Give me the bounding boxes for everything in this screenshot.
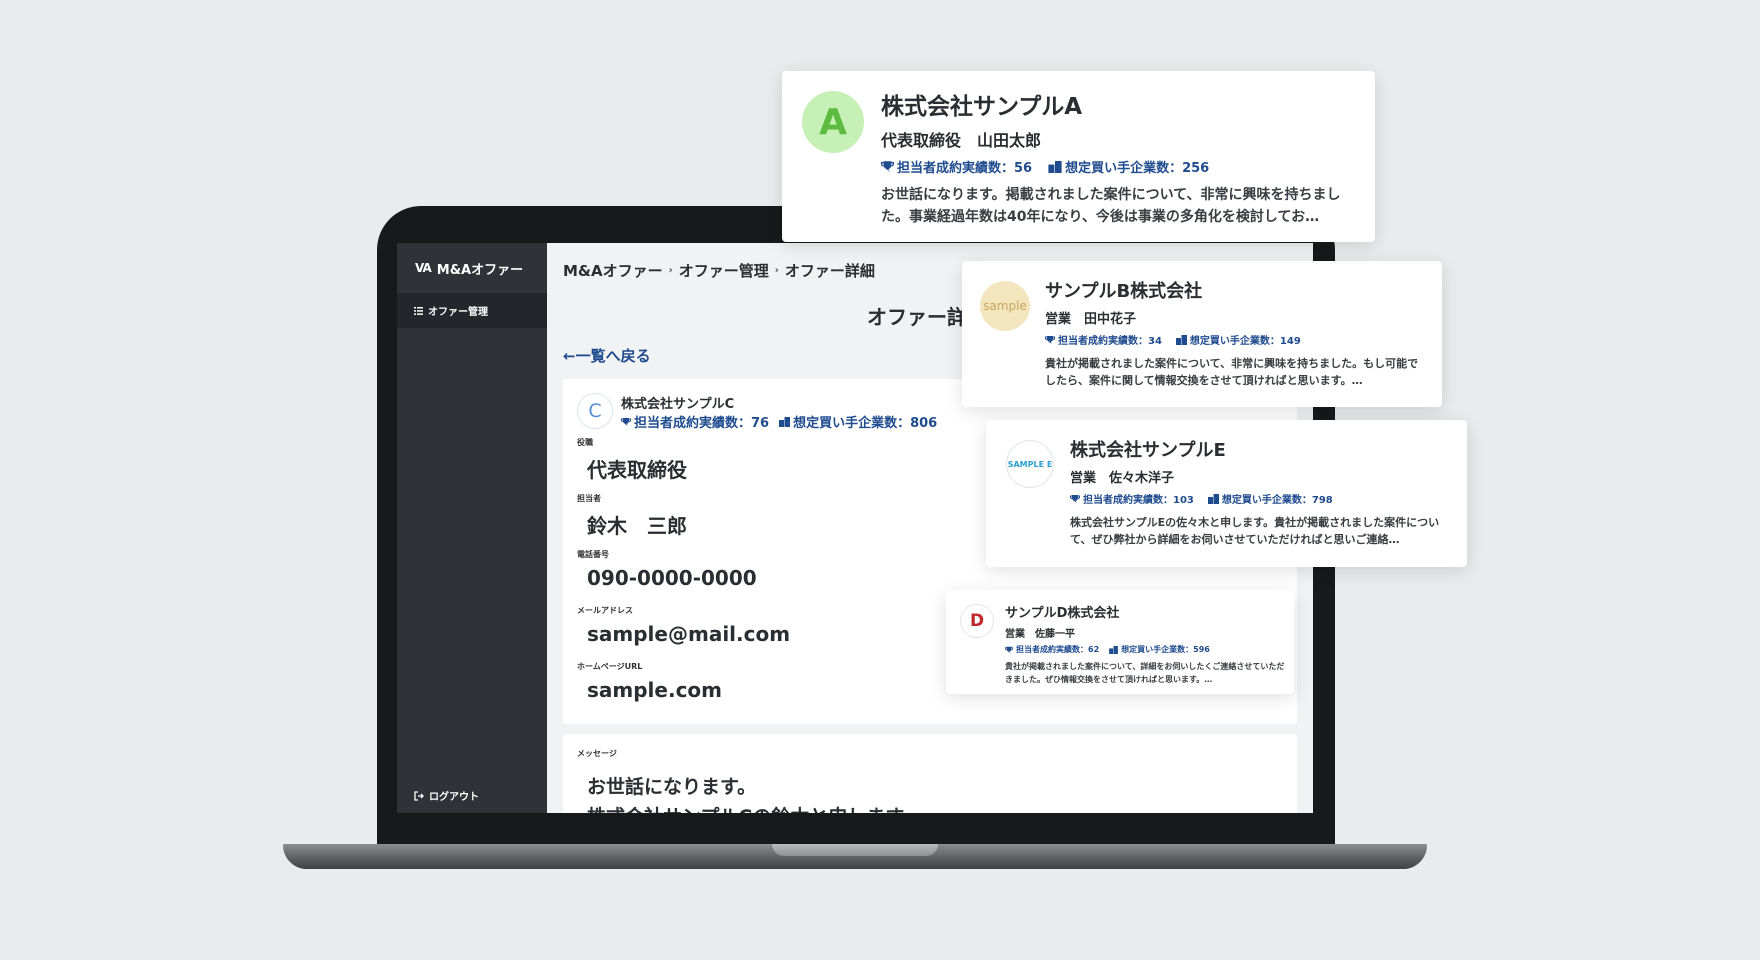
offer-card[interactable]: A 株式会社サンプルA 代表取締役 山田太郎 担当者成約実績数：56 想定買い手… [782, 71, 1375, 242]
field-value: 代表取締役 [587, 458, 687, 482]
message-line: お世話になります。 [587, 776, 757, 798]
company-name: 株式会社サンプルE [1070, 440, 1226, 461]
company-name: 株式会社サンプルC [621, 397, 735, 412]
breadcrumb-item: オファー詳細 [784, 262, 875, 280]
trophy-icon [881, 161, 894, 172]
trophy-icon [1045, 335, 1055, 344]
field-phone: 電話番号 090-0000-0000 [577, 549, 757, 590]
field-homepage-url: ホームページURL sample.com [577, 661, 722, 702]
trophy-icon [1005, 646, 1013, 653]
stats: 担当者成約実績数：103 想定買い手企業数：798 [1070, 491, 1450, 506]
sidebar: VA M&Aオファー オファー管理 ログアウト [397, 243, 547, 813]
stat-buyers-text: 想定買い手企業数：596 [1121, 645, 1210, 654]
breadcrumb: M&Aオファー › オファー管理 › オファー詳細 [563, 260, 875, 281]
field-label: メールアドレス [577, 606, 633, 615]
field-contact-person: 担当者 鈴木 三郎 [577, 493, 687, 539]
field-email: メールアドレス sample@mail.com [577, 605, 790, 646]
stat-buyers: 想定買い手企業数：806 [779, 412, 937, 431]
company-name: サンプルB株式会社 [1045, 281, 1203, 302]
trophy-icon [1070, 494, 1080, 503]
sidebar-item-label: オファー管理 [428, 307, 488, 318]
logout-icon [414, 790, 424, 801]
stats: 担当者成約実績数：34 想定買い手企業数：149 [1045, 332, 1425, 347]
logout-button[interactable]: ログアウト [414, 788, 479, 803]
field-value: 090-0000-0000 [587, 566, 757, 590]
list-icon [414, 306, 423, 315]
field-label: 電話番号 [577, 550, 609, 559]
stats: 担当者成約実績数：62 想定買い手企業数：596 [1005, 644, 1285, 655]
stat-deals: 担当者成約実績数：34 [1045, 332, 1162, 347]
breadcrumb-item[interactable]: オファー管理 [679, 260, 769, 281]
company-name: サンプルD株式会社 [1005, 606, 1120, 621]
building-icon [1207, 493, 1219, 504]
message-preview: 株式会社サンプルEの佐々木と申します。貴社が掲載されました案件について、ぜひ弊社… [1070, 516, 1440, 546]
person-name: 営業 佐々木洋子 [1070, 471, 1175, 486]
stat-deals-text: 担当者成約実績数：103 [1083, 495, 1194, 506]
stat-buyers-text: 想定買い手企業数：798 [1221, 495, 1333, 506]
brand-logo-icon: VA [415, 261, 432, 275]
offer-card[interactable]: sample サンプルB株式会社 営業 田中花子 担当者成約実績数：34 想定買… [962, 261, 1442, 407]
brand-name: M&Aオファー [436, 262, 524, 278]
building-icon [779, 416, 791, 427]
stat-deals-text: 担当者成約実績数：34 [1058, 336, 1162, 347]
company-name: 株式会社サンプルA [881, 94, 1083, 120]
stat-buyers: 想定買い手企業数：596 [1109, 644, 1210, 655]
field-value: sample.com [587, 678, 723, 702]
laptop-notch [772, 844, 938, 856]
building-icon [1048, 160, 1062, 173]
offer-card[interactable]: D サンプルD株式会社 営業 佐藤一平 担当者成約実績数：62 想定買い手企業数… [946, 590, 1294, 694]
field-label: 担当者 [577, 494, 601, 503]
message-preview: 貴社が掲載されました案件について、詳細をお伺いしたくご連絡させていただきました。… [1005, 662, 1285, 684]
stat-deals-text: 担当者成約実績数：56 [897, 161, 1033, 176]
person-name: 代表取締役 山田太郎 [881, 131, 1042, 150]
stat-deals: 担当者成約実績数：56 [881, 157, 1032, 176]
field-position: 役職 代表取締役 [577, 437, 687, 483]
trophy-icon [621, 417, 631, 426]
stat-buyers: 想定買い手企業数：149 [1175, 332, 1301, 347]
message-card: メッセージ お世話になります。 株式会社サンプルCの鈴木と申します。 [563, 734, 1297, 813]
field-value: 鈴木 三郎 [587, 514, 687, 538]
avatar: sample [980, 281, 1030, 331]
building-icon [1175, 334, 1187, 345]
building-icon [1109, 645, 1119, 654]
stat-buyers-text: 想定買い手企業数：806 [793, 416, 938, 431]
message-preview: 貴社が掲載されました案件について、非常に興味を持ちました。もし可能でしたら、案件… [1045, 357, 1419, 387]
chevron-right-icon: › [668, 265, 673, 276]
message-line: 株式会社サンプルCの鈴木と申します。 [587, 802, 921, 813]
avatar: A [802, 91, 864, 153]
stat-buyers-text: 想定買い手企業数：256 [1065, 161, 1210, 176]
stat-buyers-text: 想定買い手企業数：149 [1189, 336, 1301, 347]
message-label: メッセージ [577, 749, 617, 758]
field-value: sample@mail.com [587, 622, 791, 646]
breadcrumb-item[interactable]: M&Aオファー [563, 260, 663, 281]
avatar: SAMPLE E [1006, 440, 1054, 488]
chevron-right-icon: › [774, 265, 779, 276]
stats: 担当者成約実績数：76 想定買い手企業数：806 [621, 412, 937, 431]
field-label: ホームページURL [577, 662, 643, 671]
sidebar-item-offer-management[interactable]: オファー管理 [397, 293, 547, 328]
brand[interactable]: VA M&Aオファー [397, 243, 547, 293]
person-name: 営業 佐藤一平 [1005, 629, 1075, 640]
stats: 担当者成約実績数：56 想定買い手企業数：256 [881, 157, 1351, 176]
back-to-list-link[interactable]: ←一覧へ戻る [563, 345, 651, 366]
stat-deals: 担当者成約実績数：76 [621, 412, 769, 431]
avatar: C [577, 393, 613, 429]
stat-deals: 担当者成約実績数：62 [1005, 644, 1099, 655]
stat-deals-text: 担当者成約実績数：62 [1016, 645, 1100, 654]
message-preview: お世話になります。掲載されました案件について、非常に興味を持ちました。事業経過年… [881, 187, 1341, 225]
stat-buyers: 想定買い手企業数：256 [1048, 157, 1209, 176]
stat-deals-text: 担当者成約実績数：76 [634, 416, 770, 431]
detail-header: C 株式会社サンプルC 担当者成約実績数：76 想定買い手企業数：806 [577, 393, 937, 431]
avatar: D [960, 604, 994, 638]
person-name: 営業 田中花子 [1045, 312, 1137, 327]
offer-card[interactable]: SAMPLE E 株式会社サンプルE 営業 佐々木洋子 担当者成約実績数：103… [986, 420, 1467, 567]
stat-deals: 担当者成約実績数：103 [1070, 491, 1194, 506]
stat-buyers: 想定買い手企業数：798 [1207, 491, 1333, 506]
logout-label: ログアウト [429, 792, 479, 803]
field-label: 役職 [577, 438, 593, 447]
